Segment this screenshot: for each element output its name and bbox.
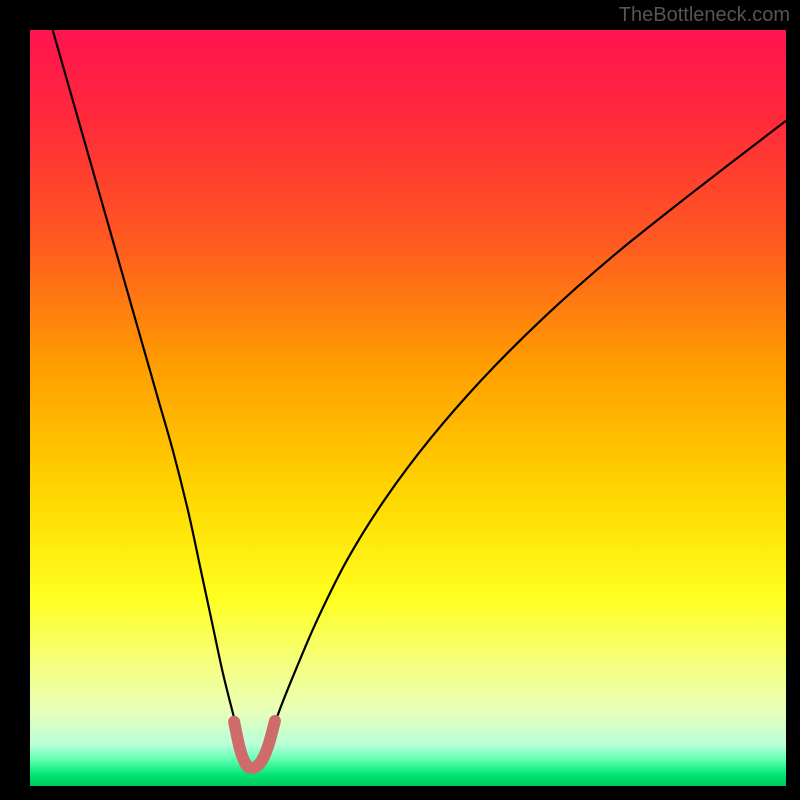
bottleneck-chart (0, 0, 800, 800)
chart-container: TheBottleneck.com (0, 0, 800, 800)
watermark-text: TheBottleneck.com (619, 4, 790, 27)
plot-background (30, 30, 786, 786)
